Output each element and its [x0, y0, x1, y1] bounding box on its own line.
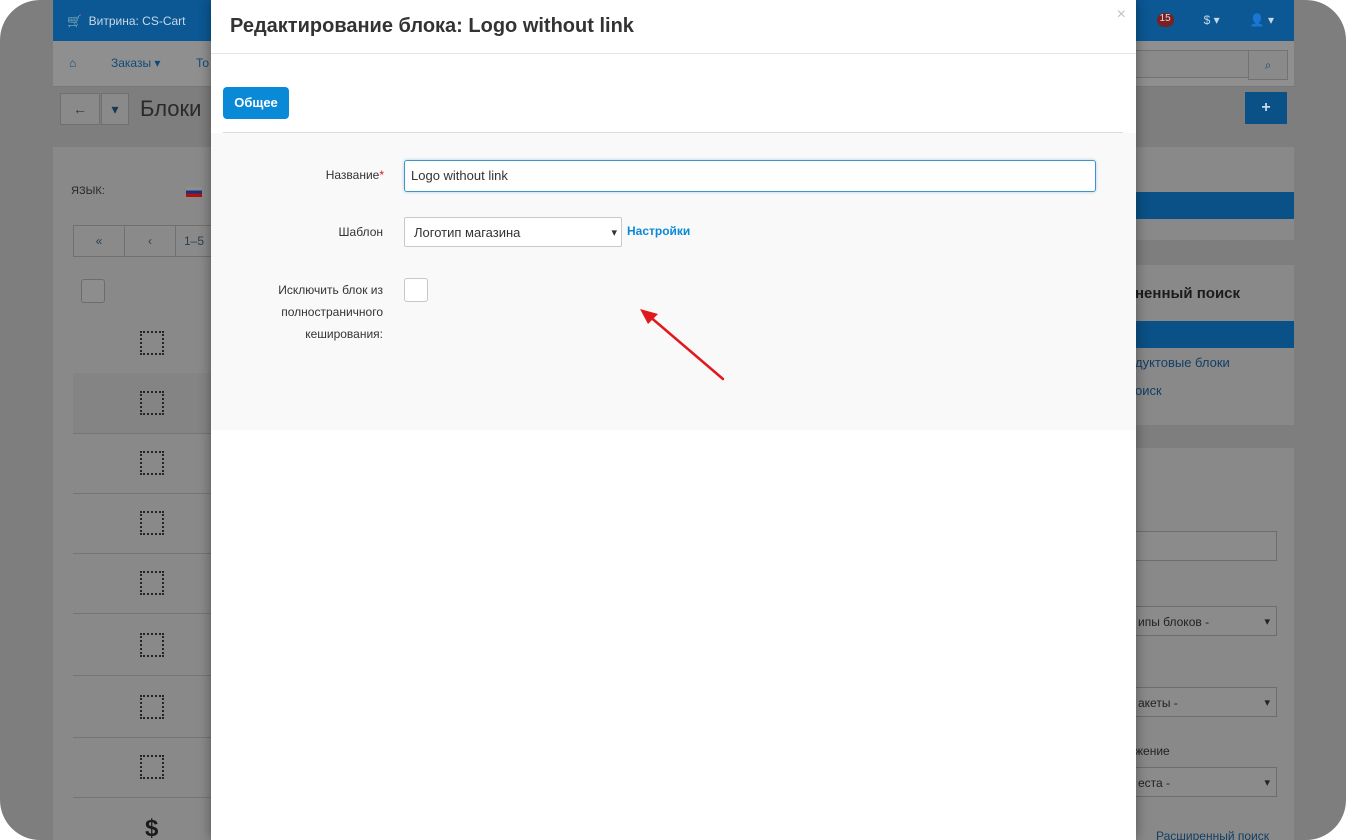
block-icon [140, 331, 164, 355]
nav-orders[interactable]: Заказы ▾ [111, 56, 160, 70]
admin-screen: 🛒 Витрина: CS-Cart 15 $ ▾ 👤 ▾ ⌂ Заказы ▾… [0, 0, 1346, 840]
block-icon [140, 451, 164, 475]
dialog-header: Редактирование блока: Logo without link … [211, 0, 1136, 54]
user-icon: 👤 [1249, 13, 1268, 27]
places-select[interactable]: еста - ▾ [1135, 767, 1277, 797]
language-label: ЯЗЫК: [71, 185, 105, 197]
block-icon [140, 633, 164, 657]
list-item[interactable] [73, 615, 213, 676]
admin-search-input[interactable] [1135, 50, 1249, 78]
chevron-down-icon: ▾ [611, 227, 617, 239]
advanced-search-link[interactable]: Расширенный поиск [1156, 829, 1269, 840]
required-mark: * [379, 168, 384, 182]
block-type-select[interactable]: ипы блоков - ▾ [1135, 606, 1277, 636]
add-block-button[interactable]: + [1245, 92, 1287, 124]
block-icon [140, 571, 164, 595]
layout-select[interactable]: акеты - ▾ [1135, 687, 1277, 717]
template-select[interactable]: Логотип магазина ▾ [404, 217, 622, 247]
name-field[interactable]: Logo without link [404, 160, 1096, 192]
list-item[interactable] [73, 313, 213, 374]
pager-prev[interactable]: ‹ [124, 225, 176, 257]
block-icon [140, 511, 164, 535]
block-icon [140, 695, 164, 719]
product-blocks-link[interactable]: дуктовые блоки [1135, 355, 1230, 370]
language-flag-icon[interactable] [186, 187, 202, 197]
pager-first[interactable]: « [73, 225, 125, 257]
arrow-left-icon: ← [73, 101, 87, 117]
chevron-down-icon: ▾ [1264, 777, 1270, 789]
exclude-cache-checkbox[interactable] [404, 278, 428, 302]
chevron-down-icon: ▾ [1264, 616, 1270, 628]
user-menu[interactable]: 👤 ▾ [1250, 13, 1274, 27]
search-link[interactable]: оиск [1135, 383, 1162, 398]
edit-block-dialog: Редактирование блока: Logo without link … [211, 0, 1136, 840]
filter-name-input[interactable] [1135, 531, 1277, 561]
block-icon [140, 755, 164, 779]
search-icon[interactable]: ⌕ [1248, 50, 1288, 80]
exclude-cache-label: Исключить блок из полностраничного кешир… [278, 283, 383, 341]
price-icon: $ [145, 815, 159, 840]
template-settings-link[interactable]: Настройки [627, 224, 690, 238]
block-icon [140, 391, 164, 415]
dialog-title: Редактирование блока: Logo without link [230, 15, 634, 37]
chevron-down-icon: ▾ [1264, 697, 1270, 709]
page-title: Блоки [140, 96, 202, 121]
notifications-badge[interactable]: 15 [1156, 13, 1174, 27]
right-top-band [1135, 192, 1294, 219]
position-label: жение [1135, 744, 1170, 758]
advanced-search-heading: ненный поиск [1135, 285, 1241, 302]
back-button[interactable]: ← [60, 93, 100, 125]
list-item[interactable] [73, 493, 213, 554]
list-item[interactable] [73, 433, 213, 494]
nav-products[interactable]: То [196, 56, 209, 70]
caret-down-icon: ▾ [111, 101, 119, 117]
list-item[interactable] [73, 737, 213, 798]
tab-general[interactable]: Общее [223, 87, 289, 119]
screenshot-frame: 🛒 Витрина: CS-Cart 15 $ ▾ 👤 ▾ ⌂ Заказы ▾… [0, 0, 1346, 840]
list-item[interactable] [73, 677, 213, 738]
cart-icon: 🛒 [67, 14, 89, 28]
list-item[interactable] [73, 553, 213, 614]
close-icon[interactable]: × [1117, 6, 1126, 24]
list-item[interactable] [73, 373, 213, 434]
name-field-label: Название* [325, 168, 384, 182]
red-arrow-annotation [640, 309, 725, 381]
template-field-label: Шаблон [338, 225, 383, 239]
search-panel-band [1135, 321, 1294, 348]
home-icon[interactable]: ⌂ [69, 56, 76, 70]
back-menu-button[interactable]: ▾ [101, 93, 129, 125]
storefront-link[interactable]: 🛒 Витрина: CS-Cart [67, 14, 186, 28]
select-all-checkbox[interactable] [81, 279, 105, 303]
currency-menu[interactable]: $ ▾ [1204, 13, 1220, 27]
